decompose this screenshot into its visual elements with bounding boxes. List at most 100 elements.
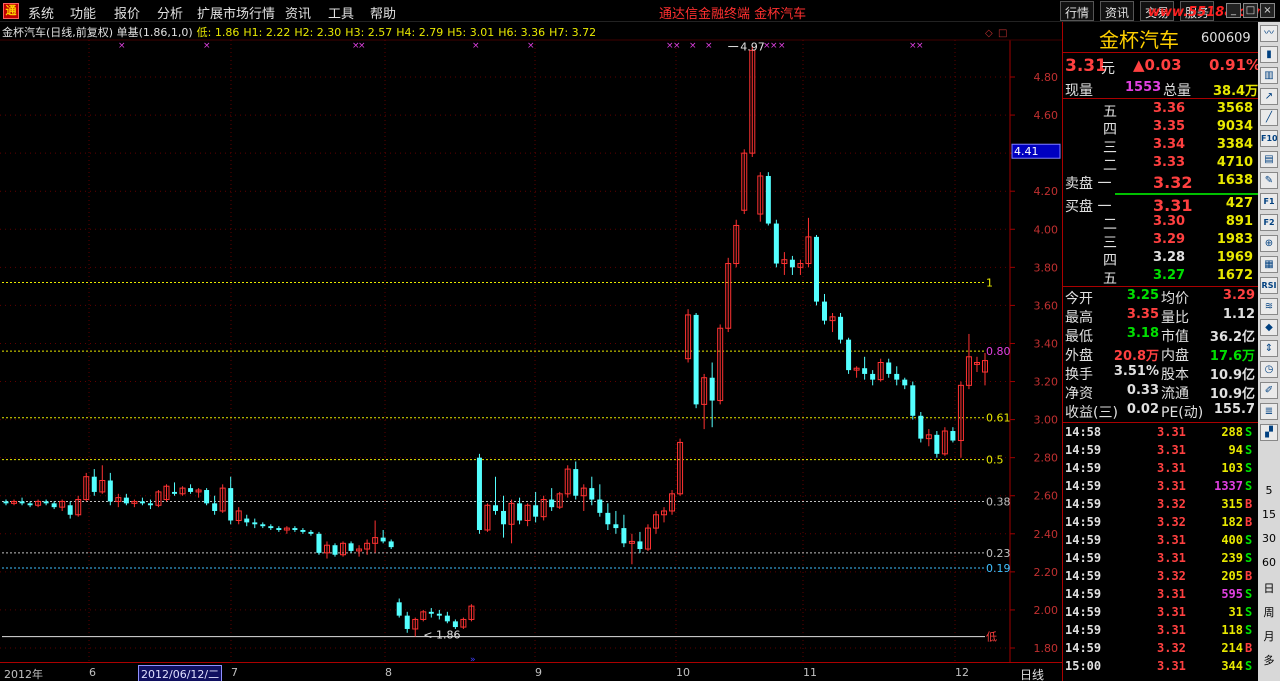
price-tick-label: 1.80: [1034, 642, 1059, 655]
bid-row[interactable]: 四 3.28 1969: [1063, 250, 1258, 269]
trade-side: S: [1245, 551, 1253, 565]
bid-row[interactable]: 二 3.30 891: [1063, 214, 1258, 233]
kline-chart[interactable]: 4.804.604.404.204.003.803.603.403.203.00…: [0, 22, 1062, 666]
stat-value: 0.02: [1126, 402, 1159, 417]
candle-body: [597, 499, 603, 513]
low-marker: 低: [986, 631, 997, 644]
ask-volume: 1638: [1216, 173, 1253, 188]
stat-value: 3.18: [1126, 326, 1159, 341]
price-tick-label: 4.00: [1034, 223, 1059, 236]
f1-icon[interactable]: F1: [1260, 193, 1278, 210]
candle-body: [918, 415, 924, 439]
trend-icon[interactable]: ↗: [1260, 88, 1278, 105]
app-logo-icon[interactable]: 通: [3, 3, 19, 19]
divider: [1063, 422, 1258, 423]
f10-icon[interactable]: F10: [1260, 130, 1278, 147]
line-icon[interactable]: ╱: [1260, 109, 1278, 126]
signal-marker: ×: [916, 41, 924, 51]
trade-volume: 1337: [1214, 479, 1243, 493]
f2-icon[interactable]: F2: [1260, 214, 1278, 231]
arrows-icon[interactable]: ⇕: [1260, 340, 1278, 357]
period-button[interactable]: 周: [1258, 604, 1280, 620]
bid-row[interactable]: 三 3.29 1983: [1063, 232, 1258, 251]
trade-volume: 400: [1221, 533, 1243, 547]
minimize-button[interactable]: _: [1226, 3, 1241, 18]
bid-level-label: 三: [1103, 235, 1117, 251]
tab-quote[interactable]: 行情: [1060, 1, 1095, 21]
doc-icon[interactable]: ▤: [1260, 151, 1278, 168]
period-button[interactable]: 多: [1258, 652, 1280, 668]
trade-volume: 214: [1221, 641, 1243, 655]
stat-label: 内盘: [1161, 348, 1189, 364]
period-button[interactable]: 日: [1258, 580, 1280, 596]
menu-help[interactable]: 帮助: [370, 3, 396, 22]
period-label[interactable]: 日线: [1020, 666, 1044, 681]
trade-price: 3.32: [1157, 497, 1186, 511]
period-button[interactable]: 5: [1258, 484, 1280, 497]
rsi-icon[interactable]: RSI: [1260, 277, 1278, 294]
candle-body: [950, 431, 956, 441]
chart-caption: 金杯汽车(日线,前复权) 单基(1.86,1,0): [2, 26, 193, 39]
zoom-icon[interactable]: ⊕: [1260, 235, 1278, 252]
trade-price: 3.31: [1157, 425, 1186, 439]
menu-function[interactable]: 功能: [70, 3, 96, 22]
menu-news[interactable]: 资讯: [285, 3, 311, 22]
date-label: 2012年: [4, 668, 43, 681]
trade-side: S: [1245, 623, 1253, 637]
candle-icon[interactable]: ▮: [1260, 46, 1278, 63]
period-button[interactable]: 15: [1258, 508, 1280, 521]
ask-row[interactable]: 四 3.35 9034: [1063, 119, 1258, 138]
pattern-icon[interactable]: ≋: [1260, 298, 1278, 315]
bid-row[interactable]: 买盘 一 3.31 427: [1063, 196, 1258, 215]
diamond-icon[interactable]: ◆: [1260, 319, 1278, 336]
ask-row[interactable]: 三 3.34 3384: [1063, 137, 1258, 156]
stat-value: 3.25: [1126, 288, 1159, 303]
period-button[interactable]: 30: [1258, 532, 1280, 545]
candlestick-chart[interactable]: 4.804.604.404.204.003.803.603.403.203.00…: [0, 22, 1062, 662]
menu-system[interactable]: 系统: [28, 3, 54, 22]
signal-marker: ×: [705, 41, 713, 51]
min-price-annotation: < 1.86: [423, 629, 460, 642]
candle-body: [300, 529, 306, 532]
stat-value: 17.6万: [1209, 349, 1255, 364]
ask-row[interactable]: 五 3.36 3568: [1063, 101, 1258, 120]
candle-body: [252, 522, 258, 525]
bid-row[interactable]: 五 3.27 1672: [1063, 268, 1258, 287]
ask-row[interactable]: 二 3.33 4710: [1063, 155, 1258, 174]
stat-label: 股本: [1161, 367, 1189, 383]
menu-analysis[interactable]: 分析: [157, 3, 183, 22]
date-label: 6: [89, 666, 96, 679]
period-button[interactable]: 月: [1258, 628, 1280, 644]
menu-quote[interactable]: 报价: [114, 3, 140, 22]
trade-volume: 239: [1221, 551, 1243, 565]
period-button[interactable]: 60: [1258, 556, 1280, 569]
trade-side: S: [1245, 605, 1253, 619]
note-icon[interactable]: ✎: [1260, 172, 1278, 189]
selected-date: 2012/06/12/二: [138, 665, 223, 681]
menu-tools[interactable]: 工具: [328, 3, 354, 22]
price-tick-label: 2.60: [1034, 490, 1059, 503]
fib-icon[interactable]: ≣: [1260, 403, 1278, 420]
close-button[interactable]: ×: [1260, 3, 1275, 18]
ask-row[interactable]: 卖盘 一 3.32 1638: [1063, 173, 1258, 192]
stat-label: 最低: [1065, 329, 1093, 345]
grid-icon[interactable]: ▦: [1260, 256, 1278, 273]
candle-body: [813, 236, 819, 302]
bid-price: 3.30: [1153, 214, 1186, 229]
tab-news[interactable]: 资讯: [1100, 1, 1135, 21]
candle-body: [902, 379, 908, 386]
line-chart-icon[interactable]: 〰: [1260, 25, 1278, 42]
candle-body: [573, 469, 579, 496]
tick-trade-row: 14:59 3.32 182 B: [1063, 514, 1258, 532]
trade-side: B: [1245, 515, 1253, 529]
bar-icon[interactable]: ▥: [1260, 67, 1278, 84]
chart2-icon[interactable]: ▞: [1260, 424, 1278, 441]
clock-icon[interactable]: ◷: [1260, 361, 1278, 378]
menu-extended-market[interactable]: 扩展市场行情: [197, 3, 275, 22]
tick-trade-row: 14:59 3.31 595 S: [1063, 586, 1258, 604]
candle-body: [348, 543, 354, 551]
stat-row: 最低 3.18 市值 36.2亿: [1063, 326, 1258, 345]
pen-icon[interactable]: ✐: [1260, 382, 1278, 399]
maximize-button[interactable]: □: [1243, 3, 1258, 18]
side-toolbar: 〰 ▮ ▥ ↗ ╱ F10 ▤ ✎ F1 F2 ⊕ ▦ RSI ≋ ◆ ⇕ ◷ ✐ ≣ ▞ 5 15 30 60 日周月多: [1258, 22, 1280, 681]
